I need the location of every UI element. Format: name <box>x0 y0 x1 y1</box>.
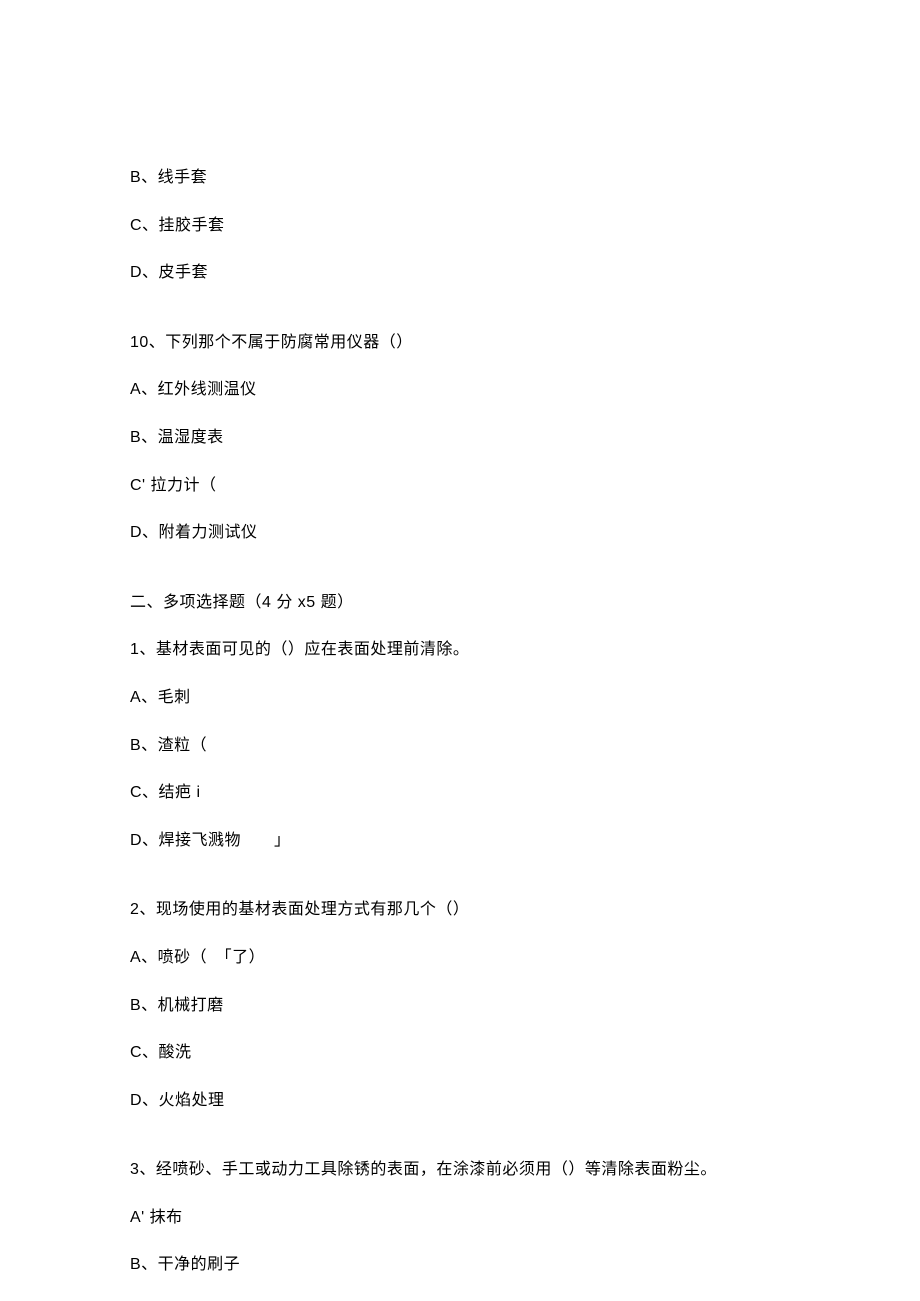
section2-title: 二、多项选择题（4 分 x5 题） <box>130 590 790 616</box>
s2q1-option-b: B、渣粒（ <box>130 733 790 759</box>
s2q2-option-a: A、喷砂（ 「了） <box>130 945 790 971</box>
q9-option-b: B、线手套 <box>130 165 790 191</box>
q10-option-b: B、温湿度表 <box>130 425 790 451</box>
s2q1-option-d: D、焊接飞溅物 」 <box>130 828 790 854</box>
s2q3-option-b: B、干净的刷子 <box>130 1252 790 1278</box>
q10-option-d: D、附着力测试仪 <box>130 520 790 546</box>
q10-stem: 10、下列那个不属于防腐常用仪器（） <box>130 330 790 356</box>
s2q3-option-a: A' 抹布 <box>130 1205 790 1231</box>
s2q2-option-d: D、火焰处理 <box>130 1088 790 1114</box>
s2q1-option-a: A、毛刺 <box>130 685 790 711</box>
s2q2-stem: 2、现场使用的基材表面处理方式有那几个（） <box>130 897 790 923</box>
s2q2-option-c: C、酸洗 <box>130 1040 790 1066</box>
q9-option-d: D、皮手套 <box>130 260 790 286</box>
q10-option-a: A、红外线测温仪 <box>130 377 790 403</box>
q10-option-c: C' 拉力计（ <box>130 473 790 499</box>
s2q1-stem: 1、基材表面可见的（）应在表面处理前清除。 <box>130 637 790 663</box>
s2q3-stem: 3、经喷砂、手工或动力工具除锈的表面，在涂漆前必须用（）等清除表面粉尘。 <box>130 1157 790 1183</box>
q9-option-c: C、挂胶手套 <box>130 213 790 239</box>
s2q2-option-b: B、机械打磨 <box>130 993 790 1019</box>
s2q1-option-c: C、结疤 i <box>130 780 790 806</box>
